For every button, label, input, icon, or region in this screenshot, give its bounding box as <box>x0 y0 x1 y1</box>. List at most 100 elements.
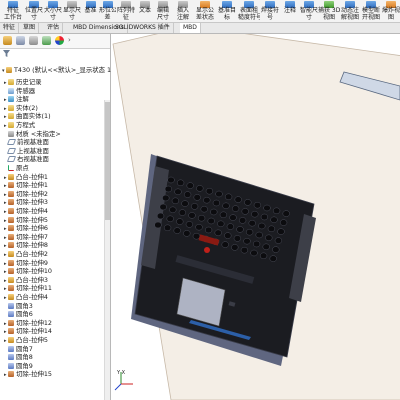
solid-bodies-icon <box>8 104 14 111</box>
ribbon-button-19[interactable]: 爆炸视 图 <box>382 0 400 22</box>
equation-icon <box>8 122 14 128</box>
tree-node[interactable]: 圆角6 <box>4 310 33 319</box>
tree-node-label: 切除-拉伸11 <box>16 284 53 293</box>
dimxpert-manager-icon[interactable] <box>42 36 51 45</box>
boss-extrude-icon <box>8 251 14 257</box>
tree-node[interactable]: ▸ 切除-拉伸4 <box>4 207 48 216</box>
material-icon <box>8 130 14 137</box>
tree-node[interactable]: 原点 <box>4 164 29 173</box>
tree-node[interactable]: ▸ 注解 <box>4 95 29 104</box>
tree-node[interactable]: ▸ 切除-拉伸10 <box>4 267 52 276</box>
ribbon-button-18[interactable]: 模型断 开视图 <box>360 0 382 22</box>
tree-node-label: 凸台-拉伸2 <box>16 250 48 258</box>
cut-extrude-icon <box>8 225 14 232</box>
tree-node[interactable]: 圆角7 <box>4 345 33 354</box>
tree-node-label: 原点 <box>16 164 29 172</box>
feature-tree-icon[interactable] <box>3 36 12 45</box>
cut-extrude-icon <box>8 242 14 249</box>
ribbon-button-12[interactable]: 表面粗 糙度符号 <box>238 0 260 22</box>
tree-node-label: 切除-拉伸10 <box>16 267 53 276</box>
ribbon-button-11[interactable]: 基准目 标 <box>216 0 238 22</box>
tree-node-label: 切除-拉伸5 <box>16 215 48 224</box>
keycap <box>274 237 283 244</box>
tree-node[interactable]: ▸ 切除-拉伸14 <box>4 327 52 336</box>
tree-node[interactable]: ▸ 凸台-拉伸4 <box>4 293 48 302</box>
feature-tree-scrollbar[interactable] <box>104 100 110 400</box>
keycap <box>193 194 201 201</box>
sensor-icon <box>8 87 14 94</box>
tree-node[interactable]: ▸ 切除-拉伸8 <box>4 241 48 250</box>
filter-icon[interactable] <box>3 50 10 57</box>
scrollbar-thumb[interactable] <box>105 102 110 220</box>
ribbon-button-label: 模型断 开视图 <box>361 7 380 21</box>
tree-node-label: 切除-拉伸8 <box>16 241 48 250</box>
configuration-manager-icon[interactable] <box>29 36 38 45</box>
tab-2[interactable]: 评估 <box>44 23 64 33</box>
ribbon-button-label: 特征 工作台 <box>3 7 22 21</box>
tree-node[interactable]: 前视基准面 <box>4 138 49 147</box>
ribbon-button-7[interactable]: 文本 <box>136 0 154 22</box>
ribbon-button-label: 表面粗 糙度符号 <box>238 7 260 21</box>
tab-0[interactable]: 特征 <box>0 23 20 33</box>
ribbon-button-17[interactable]: 动态注 解视图 <box>340 0 360 22</box>
cut-extrude-icon <box>8 208 14 214</box>
ribbon-button-0[interactable]: 特征 工作台 <box>2 0 24 22</box>
ribbon-button-2[interactable]: 大小尺 寸 <box>44 0 62 22</box>
tree-node[interactable]: ▸ 凸台-拉伸2 <box>4 250 48 259</box>
tree-filter-row[interactable] <box>0 49 110 58</box>
plane-icon <box>6 147 17 154</box>
ribbon-button-1[interactable]: 位置尺 寸 <box>24 0 44 22</box>
property-manager-icon[interactable] <box>16 36 25 45</box>
ribbon-button-15[interactable]: 智能尺 寸 <box>300 0 318 22</box>
tree-node[interactable]: ▸ 凸台-拉伸1 <box>4 173 48 182</box>
ribbon-button-13[interactable]: 焊接符 号 <box>260 0 280 22</box>
tree-node[interactable]: 右视基准面 <box>4 155 49 164</box>
ribbon-button-8[interactable]: 编辑 尺寸 <box>154 0 172 22</box>
tree-node[interactable]: ▸ 切除-拉伸3 <box>4 198 48 207</box>
display-manager-icon[interactable] <box>55 36 64 45</box>
tree-node[interactable]: 圆角3 <box>4 302 33 311</box>
tab-5[interactable]: MBD <box>180 23 201 33</box>
feature-manager-panel: › ▾ T430 (默认<<默认>_显示状态 1>) ▸ 历史记录 传感器 ▸ 注解 ▸ 实体… <box>0 34 119 400</box>
tree-node[interactable]: ▸ 方程式 <box>4 121 35 130</box>
cut-extrude-icon <box>8 216 14 223</box>
tree-node[interactable]: ▸ 切除-拉伸1 <box>4 181 48 190</box>
ribbon-button-6[interactable]: 阵列特 征 <box>116 0 136 22</box>
ribbon-button-label: 大小尺 寸 <box>44 7 62 21</box>
tree-node[interactable]: 材质 <未指定> <box>4 130 61 139</box>
tree-node[interactable]: ▸ 切除-拉伸9 <box>4 259 48 268</box>
tree-node[interactable]: 圆角8 <box>4 353 33 362</box>
panel-expand-icon[interactable]: › <box>68 36 71 44</box>
ribbon-button-14[interactable]: 注释 <box>280 0 300 22</box>
tree-node[interactable]: 传感器 <box>4 87 35 96</box>
ribbon-button-5[interactable]: 形位公 差 <box>99 0 116 22</box>
boss-extrude-icon <box>8 294 14 300</box>
tree-node-label: 注解 <box>16 95 29 104</box>
tree-node[interactable]: ▸ 曲面实体(1) <box>4 112 51 121</box>
tree-node[interactable]: ▸ 历史记录 <box>4 78 42 87</box>
keycap <box>272 246 280 253</box>
cut-extrude-icon <box>8 371 14 378</box>
tree-node[interactable]: ▸ 切除-拉伸6 <box>4 224 48 233</box>
tree-node-label: 切除-拉伸7 <box>16 232 48 241</box>
tree-node-label: 上视基准面 <box>17 146 49 155</box>
ribbon-button-9[interactable]: 插入 注解 <box>172 0 194 22</box>
tab-1[interactable]: 草图 <box>20 23 40 33</box>
ribbon-button-3[interactable]: 显示尺 寸 <box>62 0 82 22</box>
ribbon-button-10[interactable]: 显示公 差状态 <box>194 0 216 22</box>
graphics-area[interactable]: Y X <box>111 34 400 400</box>
tree-node[interactable]: ▸ 切除-拉伸15 <box>4 370 52 379</box>
tree-root-part[interactable]: ▾ T430 (默认<<默认>_显示状态 1>) <box>2 66 119 75</box>
tree-node-label: 切除-拉伸9 <box>16 258 48 267</box>
ribbon-button-4[interactable]: 基准 <box>82 0 99 22</box>
ribbon-button-16[interactable]: 捕获 3D 视图 <box>318 0 340 22</box>
trackpoint-icon <box>204 247 210 253</box>
keycap <box>164 185 173 193</box>
keycap <box>258 222 266 230</box>
keycap <box>231 205 240 212</box>
tree-node[interactable]: ▸ 切除-拉伸5 <box>4 216 48 225</box>
model-viewport[interactable] <box>111 34 400 400</box>
tree-node[interactable]: ▸ 切除-拉伸11 <box>4 284 52 293</box>
tab-4[interactable]: SOLIDWORKS 插件 <box>112 23 174 33</box>
tree-node[interactable]: ▸ 凸台-拉伸5 <box>4 336 48 345</box>
